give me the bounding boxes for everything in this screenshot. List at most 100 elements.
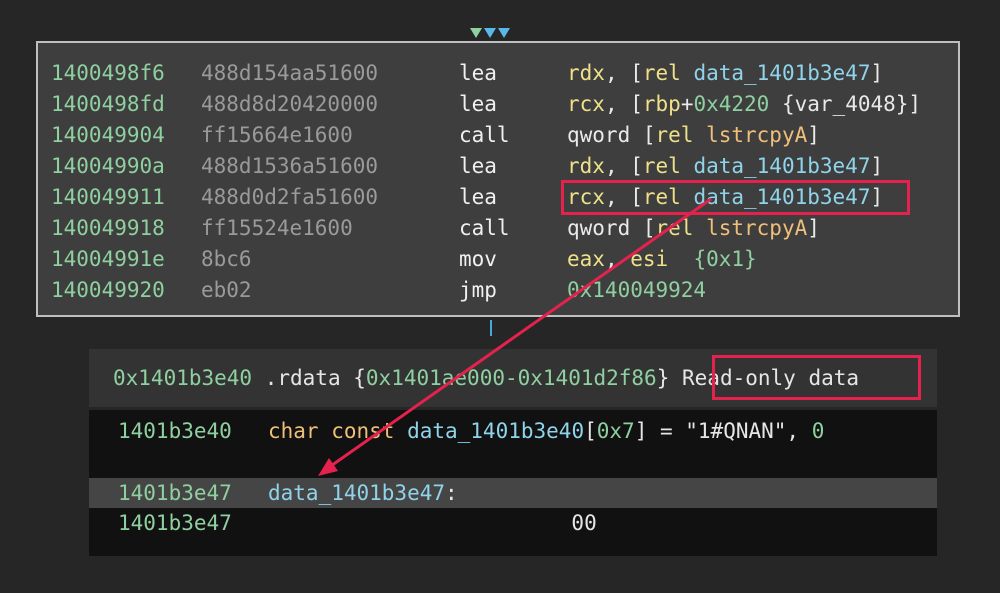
instruction-mnemonic[interactable]: mov xyxy=(459,244,497,275)
operand-token[interactable]: data_1401b3e47 xyxy=(693,154,870,178)
operand-token[interactable]: lstrcpyA xyxy=(706,216,807,240)
instruction-bytes: 8bc6 xyxy=(201,247,252,271)
edge-marker-icon xyxy=(470,28,482,38)
operand-token: , xyxy=(604,247,631,271)
instruction-mnemonic[interactable]: call xyxy=(459,213,510,244)
data-token: 0 xyxy=(811,419,825,443)
operand-token[interactable]: data_1401b3e47 xyxy=(693,61,870,85)
operand-token: , [ xyxy=(604,92,643,116)
operand-token: , [ xyxy=(604,61,643,85)
operand-token: qword [ xyxy=(567,123,656,147)
data-token[interactable]: data_1401b3e40 xyxy=(407,419,584,443)
edge-marker-icons xyxy=(470,28,510,38)
operand-token: rel xyxy=(642,154,694,178)
data-token[interactable]: data_1401b3e47 xyxy=(268,481,445,505)
instruction-mnemonic[interactable]: lea xyxy=(459,58,497,89)
linear-data-view[interactable]: 1401b3e40 char const data_1401b3e40[0x7] … xyxy=(89,410,937,556)
operand-token: eax xyxy=(567,247,605,271)
operand-token: rcx xyxy=(567,92,605,116)
instruction-address[interactable]: 14004990a xyxy=(51,151,165,182)
instruction-operands[interactable]: rdx, [rel data_1401b3e47] xyxy=(567,58,883,89)
data-token: : xyxy=(445,481,458,505)
operand-token: rel xyxy=(642,61,694,85)
operand-token: 0x140049924 xyxy=(567,278,707,302)
disassembly-line[interactable]: 140049911 488d0d2fa51600 lea rcx, [rel data… xyxy=(38,182,958,213)
instruction-bytes: eb02 xyxy=(201,278,252,302)
section-name: .rdata xyxy=(264,366,341,390)
instruction-operands[interactable]: rcx, [rel data_1401b3e47] xyxy=(567,182,883,213)
operand-token: + xyxy=(680,92,694,116)
operand-token: {0x1} xyxy=(693,247,757,271)
disassembly-line[interactable]: 14004990a 488d1536a51600 lea rdx, [rel data… xyxy=(38,151,958,182)
instruction-address[interactable]: 14004991e xyxy=(51,244,165,275)
operand-token: ] xyxy=(807,123,820,147)
instruction-operands[interactable]: 0x140049924 xyxy=(567,275,706,306)
section-range-open: { xyxy=(353,366,366,390)
disassembly-line[interactable]: 140049918 ff15524e1600 call qword [rel lstr… xyxy=(38,213,958,244)
binary-ninja-view: 1400498f6 488d154aa51600 lea rdx, [rel data… xyxy=(0,0,1000,593)
data-token: char const xyxy=(268,419,408,443)
instruction-operands[interactable]: rcx, [rbp+0x4220 {var_4048}] xyxy=(567,89,921,120)
instruction-operands[interactable]: rdx, [rel data_1401b3e47] xyxy=(567,151,883,182)
section-range[interactable]: 0x1401ae000-0x1401d2f86 xyxy=(366,366,657,390)
operand-token: qword [ xyxy=(567,216,656,240)
instruction-mnemonic[interactable]: lea xyxy=(459,182,497,213)
section-header[interactable]: 0x1401b3e40 .rdata {0x1401ae000-0x1401d2… xyxy=(89,349,937,407)
operand-token: ] xyxy=(870,61,884,85)
data-row[interactable] xyxy=(89,446,937,476)
disassembly-line[interactable]: 140049904 ff15664e1600 call qword [rel lstr… xyxy=(38,120,958,151)
instruction-operands[interactable]: qword [rel lstrcpyA] xyxy=(567,120,820,151)
instruction-address[interactable]: 1400498fd xyxy=(51,89,165,120)
disassembly-line[interactable]: 1400498f6 488d154aa51600 lea rdx, [rel data… xyxy=(38,58,958,89)
operand-token[interactable]: lstrcpyA xyxy=(706,123,807,147)
data-token: ] = "1#QNAN", xyxy=(634,419,812,443)
disassembly-line[interactable]: 1400498fd 488d8d20420000 lea rcx, [rbp+0x42… xyxy=(38,89,958,120)
data-definition[interactable]: 00 xyxy=(268,508,596,538)
instruction-address[interactable]: 140049920 xyxy=(51,275,165,306)
operand-token: rcx xyxy=(567,185,605,209)
instruction-address[interactable]: 140049911 xyxy=(51,182,165,213)
instruction-operands[interactable]: qword [rel lstrcpyA] xyxy=(567,213,820,244)
instruction-mnemonic[interactable]: call xyxy=(459,120,510,151)
operand-token: rel xyxy=(642,185,694,209)
instruction-mnemonic[interactable]: lea xyxy=(459,151,497,182)
instruction-mnemonic[interactable]: lea xyxy=(459,89,497,120)
data-address[interactable]: 1401b3e47 xyxy=(118,508,232,538)
operand-token[interactable]: data_1401b3e47 xyxy=(693,185,870,209)
operand-token: rel xyxy=(655,123,707,147)
operand-token: 0x4220 xyxy=(693,92,770,116)
section-description: Read-only data xyxy=(682,366,860,390)
data-row[interactable]: 1401b3e47 00 xyxy=(89,508,937,538)
flow-edge-stub xyxy=(490,320,492,336)
instruction-address[interactable]: 140049918 xyxy=(51,213,165,244)
instruction-bytes: ff15524e1600 xyxy=(201,216,353,240)
instruction-bytes: 488d1536a51600 xyxy=(201,154,379,178)
instruction-operands[interactable]: eax, esi {0x1} xyxy=(567,244,757,275)
data-address[interactable]: 1401b3e47 xyxy=(118,478,232,508)
section-range-close: } xyxy=(656,366,670,390)
disassembly-line[interactable]: 140049920 eb02 jmp 0x140049924 xyxy=(38,275,958,306)
operand-token: {var_4048} xyxy=(781,92,909,116)
data-definition[interactable]: data_1401b3e47: xyxy=(268,478,458,508)
data-token: [ xyxy=(584,419,597,443)
instruction-bytes: ff15664e1600 xyxy=(201,123,353,147)
instruction-address[interactable]: 140049904 xyxy=(51,120,165,151)
disassembly-line[interactable]: 14004991e 8bc6 mov eax, esi {0x1} xyxy=(38,244,958,275)
disassembly-block[interactable]: 1400498f6 488d154aa51600 lea rdx, [rel data… xyxy=(36,41,960,317)
data-row[interactable]: 1401b3e40 char const data_1401b3e40[0x7] … xyxy=(89,416,937,446)
data-address[interactable]: 1401b3e40 xyxy=(118,416,232,446)
operand-token: ] xyxy=(908,92,922,116)
operand-token: rdx xyxy=(567,154,605,178)
section-address[interactable]: 0x1401b3e40 xyxy=(113,366,252,390)
operand-token: , [ xyxy=(604,185,643,209)
data-row-selected[interactable]: 1401b3e47 data_1401b3e47: xyxy=(89,478,937,508)
operand-token: rdx xyxy=(567,61,605,85)
operand-token: ] xyxy=(870,154,884,178)
operand-token xyxy=(668,247,693,271)
operand-token: rel xyxy=(655,216,707,240)
instruction-mnemonic[interactable]: jmp xyxy=(459,275,497,306)
operand-token: rbp xyxy=(642,92,681,116)
instruction-address[interactable]: 1400498f6 xyxy=(51,58,165,89)
data-definition[interactable]: char const data_1401b3e40[0x7] = "1#QNAN… xyxy=(268,416,824,446)
operand-token: ] xyxy=(807,216,820,240)
